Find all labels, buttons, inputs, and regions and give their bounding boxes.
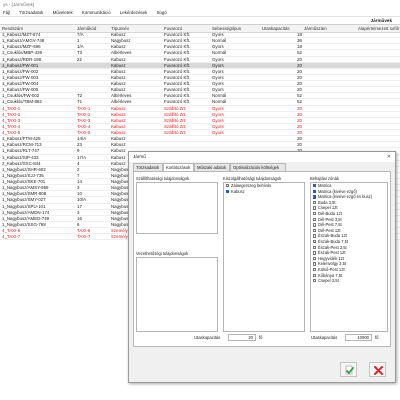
checkbox[interactable] — [312, 200, 316, 205]
column-header[interactable]: Rendszám — [2, 25, 76, 32]
zone-item-label: Matrica (kivéve ezgő és busz) — [318, 194, 373, 200]
driver-group-label: Vezethetőségi tulajdonságok — [136, 251, 189, 256]
list-header-banner: Járművek — [0, 17, 400, 25]
column-header[interactable]: Utaskapacitás — [262, 25, 302, 32]
tab-technical-data[interactable]: Műszaki adatok — [194, 163, 230, 171]
zone-item-label: Dél-Pest 7,5t — [318, 222, 342, 228]
zone-item-label: Külső-Pest 12t — [318, 266, 345, 272]
fleet-group-label: Kiszolgálhatósági tulajdonságok — [223, 176, 282, 181]
checkbox[interactable] — [312, 184, 316, 188]
list-title: Járművek — [370, 18, 392, 23]
cancel-icon — [374, 366, 383, 375]
capacity-left-unit: fő — [259, 335, 263, 340]
checkbox[interactable] — [312, 217, 316, 221]
zones-group-label: Behajtási zónák — [310, 176, 339, 181]
zone-item-label: Csepel 3,5t — [318, 278, 339, 284]
capacity-right-unit: fő — [375, 335, 379, 340]
capacity-right-field[interactable]: 10000 — [345, 334, 372, 341]
zones-list[interactable]: Matrica Matrica (kivéve ezgő) Matrica (kiv… — [310, 182, 388, 332]
zone-item-label: Dél-Buda 12t — [318, 210, 342, 216]
zone-item-label: Kelenvölgy 3,5t — [318, 261, 346, 267]
checkbox[interactable] — [312, 234, 316, 238]
window-title: ys - [Járművek] — [0, 0, 400, 9]
column-header[interactable]: Fuvarozó — [164, 25, 211, 32]
checkbox[interactable] — [312, 223, 316, 227]
capacity-right-label: Utaskapacitás — [311, 335, 338, 340]
capacity-left-field[interactable]: 20 — [228, 334, 256, 341]
menu-master-data[interactable]: Törzsadatok — [19, 10, 43, 15]
close-icon[interactable]: ✕ — [387, 152, 391, 162]
fleet-item-label: Kabusz — [231, 188, 245, 194]
checkbox[interactable] — [312, 279, 316, 283]
zone-item-label: Észak-Pest 3,5t — [318, 244, 347, 250]
table-cell: 4_TAXI-7 — [2, 234, 21, 240]
column-header[interactable]: Típusnév — [111, 25, 163, 32]
checkbox[interactable] — [312, 239, 316, 244]
tab-master-data[interactable]: Törzsadatok — [133, 163, 163, 171]
zone-item-label: Észak-Pest 12t — [318, 250, 346, 256]
zone-item-label: Kőbánya 7,5t — [318, 272, 343, 278]
column-header[interactable]: Járműszám — [304, 25, 357, 32]
checkbox[interactable] — [312, 245, 316, 249]
checkbox[interactable] — [312, 273, 316, 277]
checkbox[interactable] — [225, 189, 229, 193]
zone-item[interactable]: Csepel 3,5t — [311, 278, 387, 284]
fleet-item-label: Zalaegerszeg behívás — [231, 183, 272, 188]
cancel-button[interactable] — [369, 362, 386, 377]
zone-item-label: Matrica (kivéve ezgő) — [318, 188, 357, 194]
zone-item-label: Hegyvidék 12t — [318, 255, 344, 261]
checkbox[interactable] — [312, 228, 316, 233]
capacity-left-label: Utaskapacitás — [194, 335, 221, 340]
tab-optimization-costs[interactable]: Optimalizációs költségek — [230, 163, 286, 171]
transport-group-label: Szállíthatósági tulajdonságok — [136, 176, 190, 181]
column-header[interactable]: Alapértelmezett sofőr — [358, 25, 400, 32]
table-cell: TAXI-7 — [77, 234, 91, 240]
menu-bar: Fájl Törzsadatok Műveletek Kommunikáció … — [0, 9, 400, 17]
menu-help[interactable]: Súgó — [156, 10, 166, 15]
save-icon — [345, 365, 354, 375]
checkbox[interactable] — [312, 189, 316, 193]
zone-item-label: Matrica — [318, 183, 332, 188]
checkbox[interactable] — [312, 256, 316, 261]
driver-list[interactable] — [136, 257, 218, 332]
restrictions-panel: Szállíthatósági tulajdonságok Kiszolgálh… — [133, 171, 391, 347]
menu-file[interactable]: Fájl — [3, 10, 10, 15]
fleet-list[interactable]: Zalaegerszeg behívás Kabusz — [223, 182, 305, 332]
checkbox[interactable] — [312, 267, 316, 272]
zone-item-label: Buda 3,5t — [318, 199, 336, 205]
vehicle-dialog: Jármű ✕ Törzsadatok Korlátozások Műszaki… — [128, 151, 396, 383]
checkbox[interactable] — [225, 184, 229, 188]
column-header[interactable]: Sebességtípus — [212, 25, 261, 32]
column-header[interactable]: Járműkód — [77, 25, 110, 32]
zone-item-label: Csepel 12t — [318, 205, 338, 211]
menu-operations[interactable]: Műveletek — [53, 10, 73, 15]
dialog-title: Jármű — [129, 152, 395, 162]
fleet-item[interactable]: Kabusz — [224, 189, 304, 195]
checkbox[interactable] — [312, 262, 316, 266]
zone-item-label: Dél-Pest 3,5t — [318, 216, 342, 222]
zone-item-label: Észak-Buda 12t — [318, 233, 347, 239]
menu-communication[interactable]: Kommunikáció — [82, 10, 111, 15]
checkbox[interactable] — [312, 211, 316, 216]
checkbox[interactable] — [312, 195, 316, 199]
zone-item-label: Dél-Pest 12t — [318, 227, 341, 233]
zone-item-label: Észak-Buda 7,5t — [318, 238, 349, 244]
checkbox[interactable] — [312, 251, 316, 255]
transport-list[interactable] — [136, 182, 218, 234]
save-button[interactable] — [340, 362, 357, 377]
menu-queries[interactable]: Lekérdezések — [120, 10, 147, 15]
checkbox[interactable] — [312, 206, 316, 210]
